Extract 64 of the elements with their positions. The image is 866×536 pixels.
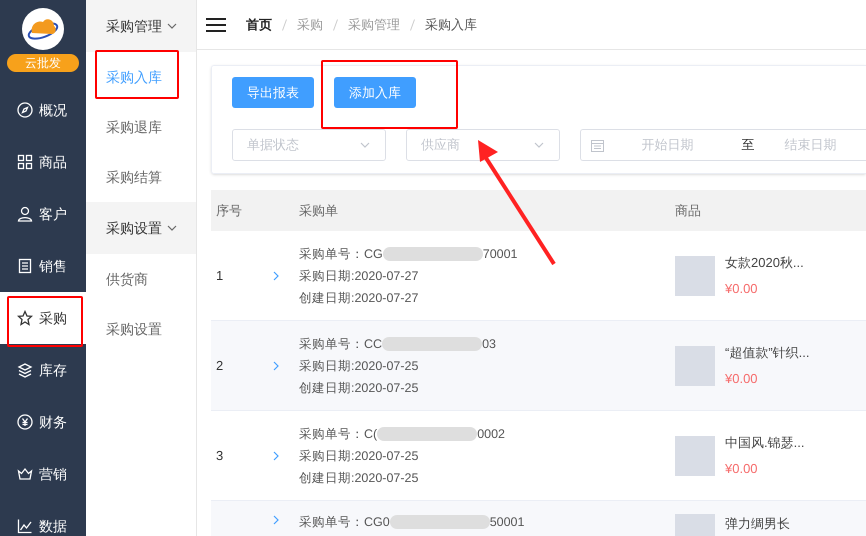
created-date-text: 创建日期:2020-07-27 — [299, 290, 420, 306]
breadcrumb-separator — [282, 18, 287, 30]
breadcrumb-link[interactable]: 采购入库 — [425, 14, 477, 34]
order-number-text: 0002 — [477, 426, 506, 442]
breadcrumb-separator — [333, 18, 338, 30]
nav-item[interactable]: 概况 — [0, 84, 86, 136]
product-price: ¥0.00 — [725, 280, 759, 298]
brand-badge: 云批发 — [7, 54, 79, 72]
photo-placeholder — [675, 256, 715, 296]
line-chart-icon — [17, 518, 33, 534]
submenu-group-header[interactable]: 采购设置 — [86, 202, 196, 254]
order-number-text: 采购单号：CG0 — [299, 514, 390, 530]
order-number-text: 03 — [482, 336, 496, 352]
order-number-text: 采购单号：C( — [299, 426, 378, 442]
breadcrumb-link[interactable]: 首页 — [246, 14, 272, 34]
purchase-date-text: 采购日期:2020-07-27 — [299, 268, 420, 284]
product-name: 女款2020秋... — [725, 254, 804, 272]
grid-icon — [17, 154, 33, 170]
submenu-item[interactable]: 采购退库 — [86, 102, 196, 152]
nav-item[interactable]: 客户 — [0, 188, 86, 240]
photo-placeholder — [675, 436, 715, 476]
submenu-item[interactable]: 采购设置 — [86, 304, 196, 354]
layers-icon — [17, 362, 33, 378]
order-number-text: 50001 — [490, 514, 524, 530]
product-price: ¥0.00 — [725, 460, 759, 478]
chevron-right-icon[interactable] — [272, 360, 280, 372]
photo-placeholder — [675, 346, 715, 386]
compass-icon — [17, 102, 33, 118]
chevron-right-icon[interactable] — [272, 514, 280, 526]
product-name: 弹力绸男长 — [725, 515, 790, 533]
product-name: “超值款”针织... — [725, 344, 810, 362]
user-icon — [17, 206, 33, 222]
created-date-text: 创建日期:2020-07-25 — [299, 470, 420, 486]
star-icon — [17, 310, 33, 326]
nav-item[interactable]: 营销 — [0, 448, 86, 500]
calendar-icon — [590, 138, 604, 152]
table-row[interactable]: 采购单号：CG0 50001 弹力绸男长 — [211, 501, 866, 536]
submenu-group-header[interactable]: 采购管理 — [86, 0, 196, 52]
nav-item[interactable]: 财务 — [0, 396, 86, 448]
nav-item[interactable]: 商品 — [0, 136, 86, 188]
nav-item[interactable]: 数据 — [0, 500, 86, 536]
logo-icon — [21, 7, 65, 51]
purchase-date-text: 采购日期:2020-07-25 — [299, 358, 420, 374]
nav-item[interactable]: 采购 — [0, 292, 86, 344]
nav-item[interactable]: 销售 — [0, 240, 86, 292]
order-number-text: 70001 — [482, 246, 518, 262]
order-number-text: 采购单号：CC — [299, 336, 382, 352]
breadcrumb-separator — [410, 18, 415, 30]
purchase-date-text: 采购日期:2020-07-25 — [299, 448, 420, 464]
nav-item[interactable]: 库存 — [0, 344, 86, 396]
date-range-field[interactable]: 开始日期 至 结束日期 — [580, 129, 866, 161]
product-name: 中国风.锦瑟... — [725, 434, 804, 452]
table-header: 序号 采购单 商品 — [211, 190, 866, 231]
yen-coin-icon — [17, 414, 33, 430]
table-row[interactable]: 2 采购单号：CC 03 采购日期:2020-07-25 创建日期:2020-07-25 “超值款”针织... ¥0.00 — [211, 321, 866, 411]
created-date-text: 创建日期:2020-07-25 — [299, 380, 420, 396]
menu-icon[interactable] — [206, 16, 226, 32]
chevron-right-icon[interactable] — [272, 270, 280, 282]
submenu-item[interactable]: 采购结算 — [86, 152, 196, 202]
document-icon — [17, 258, 33, 274]
submenu-item[interactable]: 供货商 — [86, 254, 196, 304]
chevron-right-icon[interactable] — [272, 450, 280, 462]
order-number-text: 采购单号：CG — [299, 246, 383, 262]
product-price: ¥0.00 — [725, 370, 759, 388]
